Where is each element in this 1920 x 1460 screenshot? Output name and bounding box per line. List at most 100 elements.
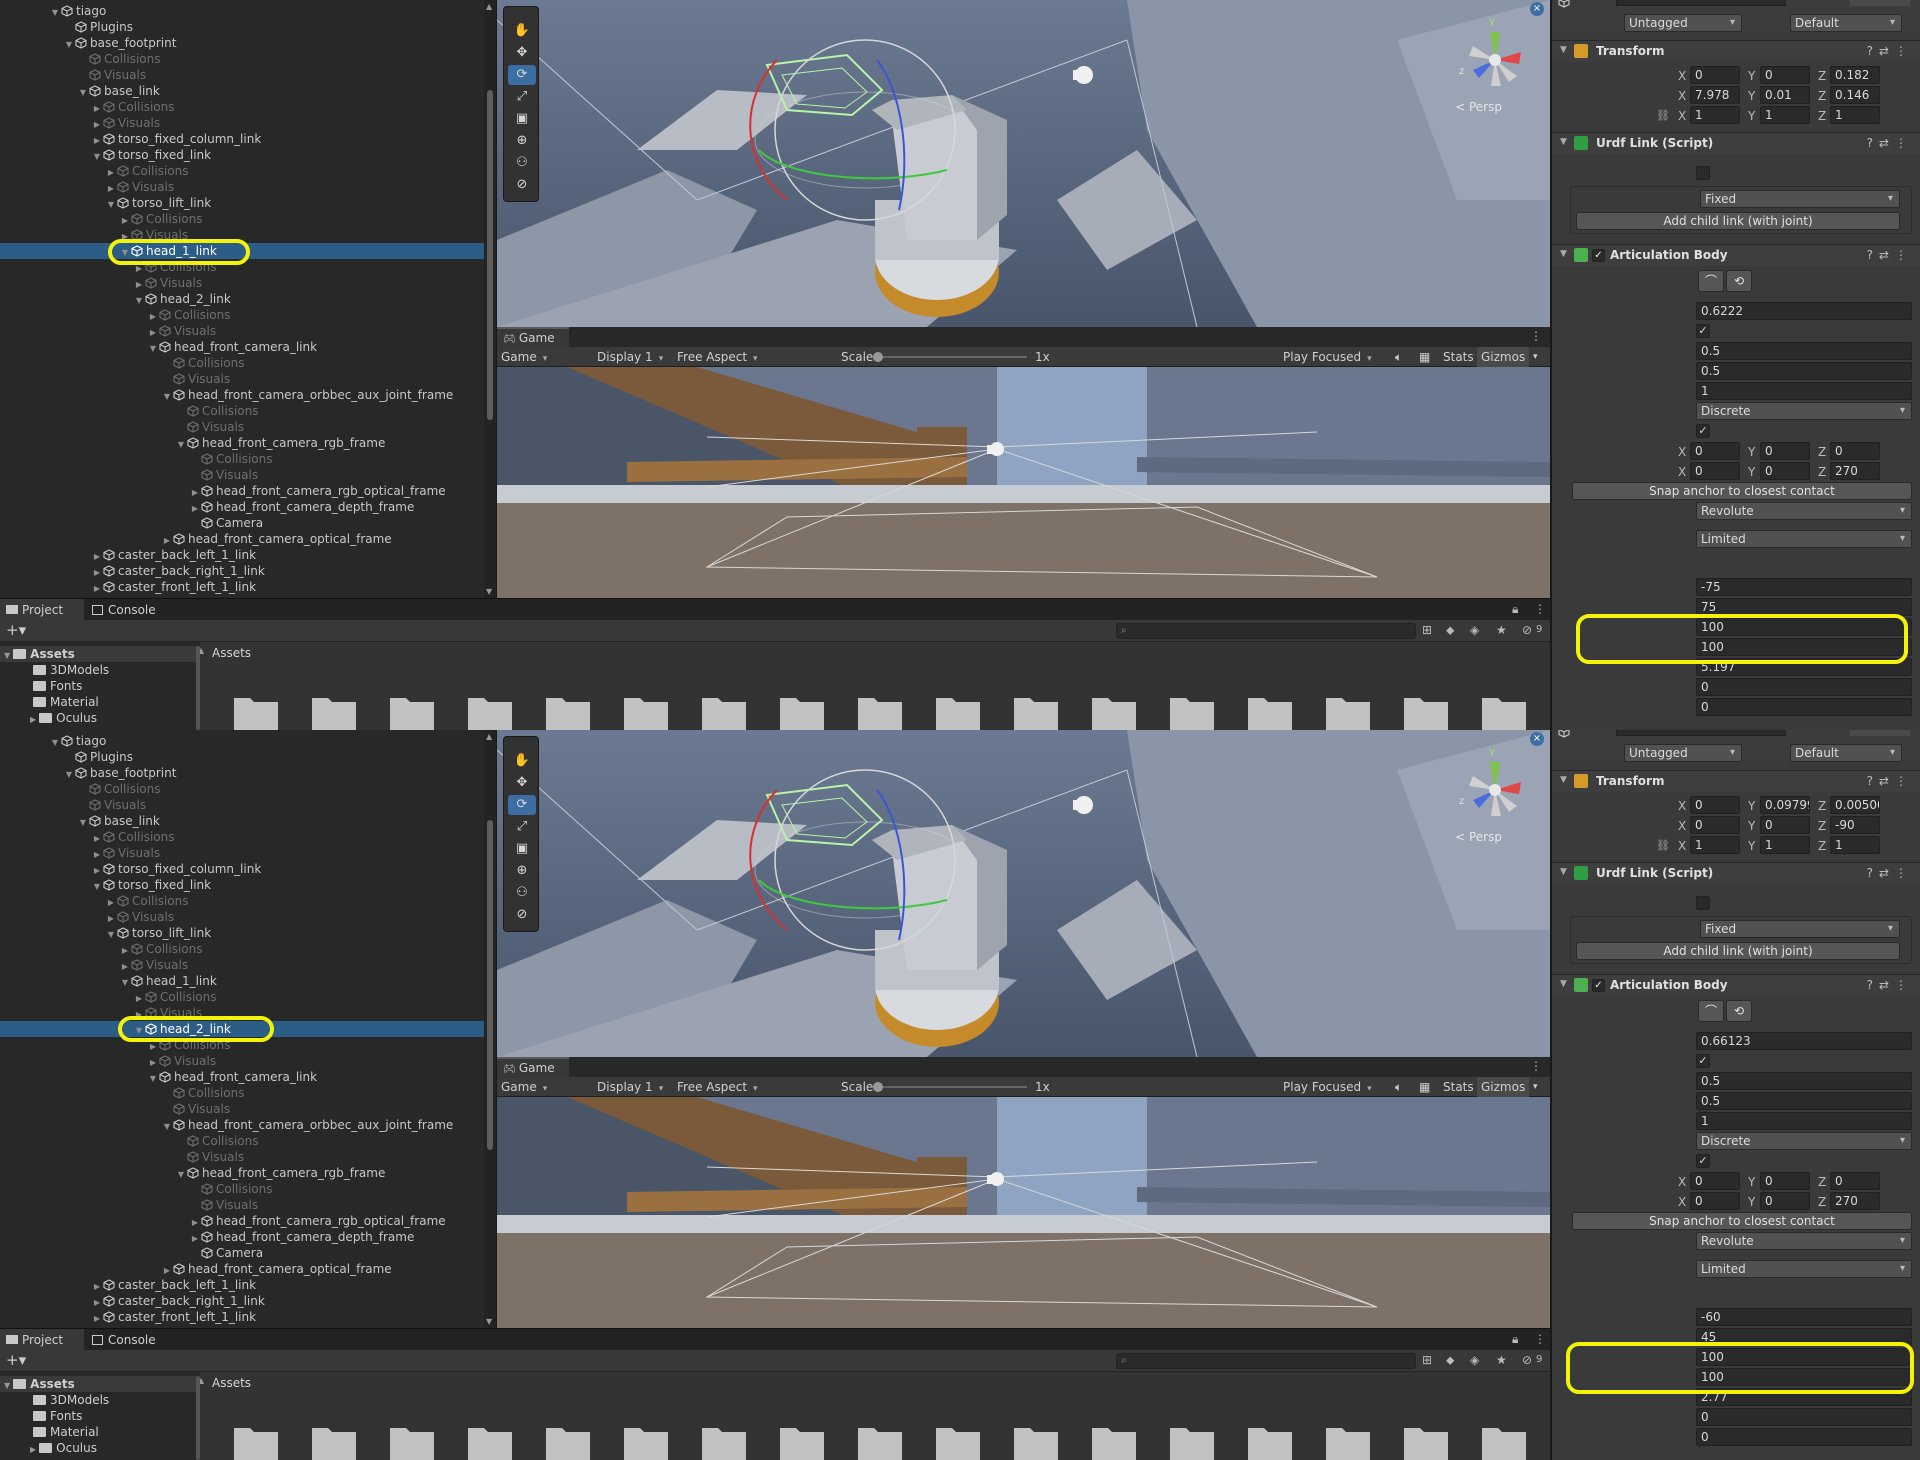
static-toggle[interactable] xyxy=(1850,730,1910,736)
anchor-rotation-x-field[interactable]: 0 xyxy=(1690,1192,1740,1210)
hierarchy-item[interactable]: ▶ head_front_camera_optical_frame xyxy=(0,1261,484,1277)
anchor-position-x-field[interactable]: 0 xyxy=(1690,442,1740,460)
lock-icon[interactable]: 🔒︎ xyxy=(1512,602,1518,617)
hierarchy-item[interactable]: ▶ Collisions xyxy=(0,941,484,957)
game-view[interactable] xyxy=(497,367,1550,598)
hierarchy-item[interactable]: Visuals xyxy=(0,419,484,435)
keyboard-shortcuts-icon[interactable]: ▦ xyxy=(1419,1077,1430,1097)
anchor-position-z-field[interactable]: 0 xyxy=(1830,1172,1880,1190)
hierarchy-item[interactable]: ▶ torso_fixed_column_link xyxy=(0,861,484,877)
scale-slider[interactable] xyxy=(873,1082,1027,1092)
hierarchy-item[interactable]: ▼ torso_lift_link xyxy=(0,925,484,941)
hierarchy-item[interactable]: ▶ Collisions xyxy=(0,989,484,1005)
hierarchy-item[interactable]: Collisions xyxy=(0,1085,484,1101)
target-field[interactable]: 0 xyxy=(1696,1408,1912,1426)
hierarchy-item[interactable]: ▶ Visuals xyxy=(0,323,484,339)
more-options-icon[interactable]: ⋮ xyxy=(1534,602,1546,616)
gizmos-button[interactable]: Gizmos xyxy=(1477,347,1530,367)
edit-joints-anchor-button[interactable]: ⌒ xyxy=(1698,1000,1724,1022)
component-menu-icons[interactable]: ?⇄⋮ xyxy=(1867,774,1913,788)
urdf-link-component-header[interactable]: ▼ Urdf Link (Script) ?⇄⋮ xyxy=(1552,132,1920,154)
gizmos-dropdown-icon[interactable]: ▾ xyxy=(1533,347,1538,367)
hierarchy-item[interactable]: ▶ Collisions xyxy=(0,893,484,909)
add-child-link-button[interactable]: Add child link (with joint) xyxy=(1576,942,1900,960)
match-anchors-checkbox[interactable]: ✓ xyxy=(1696,424,1710,438)
search-by-type-icon[interactable]: ⊞ xyxy=(1422,1353,1432,1367)
stats-button[interactable]: Stats xyxy=(1443,1077,1474,1097)
tab-console[interactable]: Console xyxy=(86,1329,166,1351)
anchor-position-y-field[interactable]: 0 xyxy=(1760,442,1810,460)
linear-damping-field[interactable]: 0.5 xyxy=(1696,342,1912,360)
rotation-x-field[interactable]: 7.978 xyxy=(1690,86,1740,104)
position-z-field[interactable]: 0.182 xyxy=(1830,66,1880,84)
asset-folder-icon[interactable] xyxy=(388,692,436,730)
asset-folder-icon[interactable] xyxy=(388,1422,436,1460)
scale-z-field[interactable]: 1 xyxy=(1830,836,1880,854)
project-tree-folder[interactable]: Material xyxy=(0,694,196,710)
hierarchy-item[interactable]: ▶ Visuals xyxy=(0,1005,484,1021)
orbit-tool-icon[interactable]: ⊘ xyxy=(508,905,536,925)
hierarchy-item[interactable]: ▶ Visuals xyxy=(0,275,484,291)
layer-dropdown[interactable]: Default xyxy=(1790,14,1902,32)
lock-icon[interactable]: 🔒︎ xyxy=(1512,1332,1518,1347)
scale-x-field[interactable]: 1 xyxy=(1690,836,1740,854)
upper-limit-field[interactable]: 75 xyxy=(1696,598,1912,616)
hierarchy-item[interactable]: Visuals xyxy=(0,1149,484,1165)
motion-dropdown[interactable]: Limited xyxy=(1696,530,1912,548)
hierarchy-item[interactable]: ▼ head_front_camera_link xyxy=(0,339,484,355)
hand-tool-icon[interactable]: ✋ xyxy=(508,751,536,771)
asset-folder-icon[interactable] xyxy=(622,1422,670,1460)
position-x-field[interactable]: 0 xyxy=(1690,796,1740,814)
hierarchy-item[interactable]: ▼ base_footprint xyxy=(0,765,484,781)
orbit-tool-icon[interactable]: ⊘ xyxy=(508,175,536,195)
foldout-arrow-icon[interactable]: ▼ xyxy=(1560,979,1567,989)
hierarchy-item[interactable]: Camera xyxy=(0,515,484,531)
collision-detection-dropdown[interactable]: Discrete xyxy=(1696,1132,1912,1150)
hierarchy-item[interactable]: ▶ torso_fixed_column_link xyxy=(0,131,484,147)
scroll-up-arrow-icon[interactable]: ▲ xyxy=(486,2,492,11)
project-search-input[interactable]: ⌕ xyxy=(1116,623,1416,639)
hierarchy-item[interactable]: ▼ base_link xyxy=(0,83,484,99)
collapse-arrow-icon[interactable]: ▲ xyxy=(200,1376,204,1385)
object-name-field[interactable] xyxy=(1616,730,1786,736)
project-tree-folder[interactable]: 3DModels xyxy=(0,662,196,678)
asset-folder-icon[interactable] xyxy=(1090,692,1138,730)
mass-field[interactable]: 0.66123 xyxy=(1696,1032,1912,1050)
hierarchy-item[interactable]: ▶ Visuals xyxy=(0,115,484,131)
search-by-label-icon[interactable]: ⬥ xyxy=(1446,623,1454,638)
scroll-up-arrow-icon[interactable]: ▲ xyxy=(486,732,492,741)
use-gravity-checkbox[interactable]: ✓ xyxy=(1696,1054,1710,1068)
anchor-position-x-field[interactable]: 0 xyxy=(1690,1172,1740,1190)
position-y-field[interactable]: 0.09799 xyxy=(1760,796,1810,814)
hierarchy-item[interactable]: Visuals xyxy=(0,1101,484,1117)
scene-close-icon[interactable]: × xyxy=(1530,732,1544,746)
hand-tool-icon[interactable]: ✋ xyxy=(508,21,536,41)
asset-folder-icon[interactable] xyxy=(544,692,592,730)
move-tool-icon[interactable]: ✥ xyxy=(508,43,536,63)
component-menu-icons[interactable]: ?⇄⋮ xyxy=(1867,248,1913,262)
tag-dropdown[interactable]: Untagged xyxy=(1624,744,1742,762)
hierarchy-item[interactable]: ▶ caster_front_left_1_link xyxy=(0,579,484,595)
tab-game[interactable]: 🎮︎ Game xyxy=(497,327,569,347)
hierarchy-scrollbar[interactable]: ▲ ▼ xyxy=(484,0,496,598)
gizmos-button[interactable]: Gizmos xyxy=(1477,1077,1530,1097)
hierarchy-item[interactable]: Collisions xyxy=(0,781,484,797)
object-name-field[interactable] xyxy=(1616,0,1786,6)
hierarchy-item[interactable]: ▼ head_front_camera_orbbec_aux_joint_fram… xyxy=(0,387,484,403)
more-options-icon[interactable]: ⋮ xyxy=(1530,1059,1542,1073)
scene-view[interactable]: y z < Persp ✋ ✥ ⟳ ⤢ ▣ ⊕ ⚇ ⊘ × xyxy=(497,0,1550,327)
hierarchy-item[interactable]: ▶ caster_back_right_1_link xyxy=(0,563,484,579)
scene-close-icon[interactable]: × xyxy=(1530,2,1544,16)
rotation-z-field[interactable]: -90 xyxy=(1830,816,1880,834)
hierarchy-item[interactable]: ▶ Visuals xyxy=(0,957,484,973)
transform-tool-icon[interactable]: ⊕ xyxy=(508,131,536,151)
component-menu-icons[interactable]: ?⇄⋮ xyxy=(1867,136,1913,150)
hierarchy-item[interactable]: ▶ Collisions xyxy=(0,99,484,115)
asset-folder-icon[interactable] xyxy=(466,1422,514,1460)
hierarchy-item[interactable]: ▼ torso_lift_link xyxy=(0,195,484,211)
project-tree-folder[interactable]: Fonts xyxy=(0,1408,196,1424)
asset-folder-icon[interactable] xyxy=(1324,1422,1372,1460)
rotate-tool-icon[interactable]: ⟳ xyxy=(508,65,536,85)
folder-expand-icon[interactable]: ▶ xyxy=(30,1445,36,1454)
scale-y-field[interactable]: 1 xyxy=(1760,106,1810,124)
